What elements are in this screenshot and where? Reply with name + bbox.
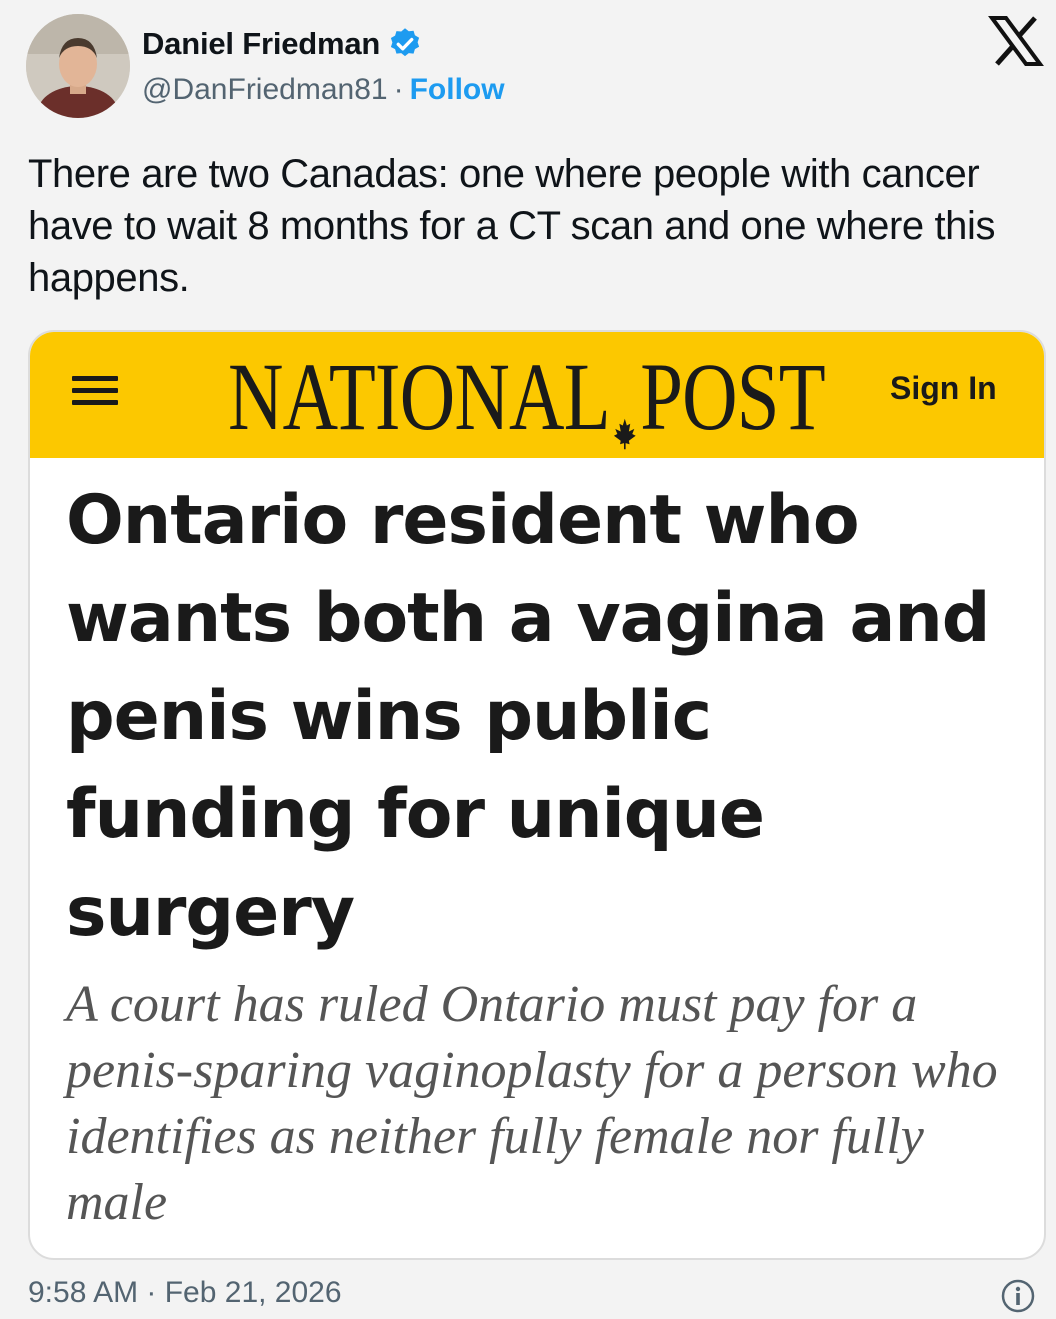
tweet-timestamp[interactable]: 9:58 AM · Feb 21, 2026: [28, 1276, 342, 1310]
link-preview-card[interactable]: NATIONAL POST Sign In Ontario resident w…: [28, 330, 1046, 1260]
follow-button[interactable]: Follow: [410, 73, 505, 107]
logo-text-right: POST: [640, 343, 825, 450]
author-handle[interactable]: @DanFriedman81: [142, 73, 388, 107]
article-deck: A court has ruled Ontario must pay for a…: [66, 976, 998, 1231]
sign-in-button[interactable]: Sign In: [890, 370, 997, 407]
tweet: Daniel Friedman @DanFriedman81 · Follow …: [0, 0, 1056, 1314]
handle-separator: ·: [393, 73, 404, 106]
author-name-row: Daniel Friedman: [142, 24, 423, 64]
logo-text-left: NATIONAL: [228, 343, 611, 450]
article-headline[interactable]: Ontario resident who wants both a vagina…: [66, 472, 1016, 962]
author-display-name[interactable]: Daniel Friedman: [142, 26, 380, 62]
maple-leaf-icon: [611, 364, 638, 450]
verified-badge-icon: [387, 26, 423, 62]
publication-logo[interactable]: NATIONAL POST: [228, 342, 826, 452]
author-handle-row: @DanFriedman81 · Follow: [142, 70, 505, 110]
publication-header: NATIONAL POST Sign In: [30, 332, 1044, 458]
author-avatar[interactable]: [26, 14, 130, 118]
x-logo-icon[interactable]: [988, 16, 1044, 66]
hamburger-menu-icon[interactable]: [72, 376, 118, 414]
tweet-text: There are two Canadas: one where people …: [28, 152, 996, 300]
info-icon[interactable]: [1000, 1278, 1036, 1314]
